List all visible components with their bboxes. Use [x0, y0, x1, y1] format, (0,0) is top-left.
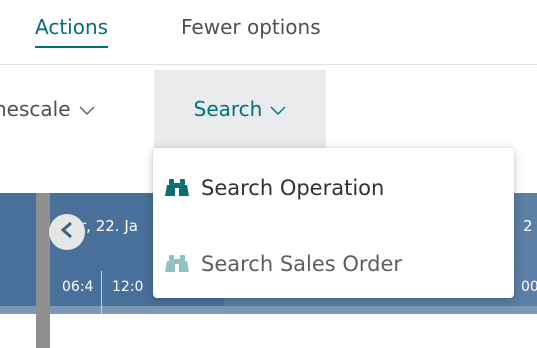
binoculars-icon [165, 177, 189, 199]
chevron-down-icon [79, 97, 95, 121]
timeline-scrollbar[interactable] [36, 193, 50, 348]
chevron-down-icon [270, 97, 286, 121]
menu-item-label: Search Sales Order [201, 252, 403, 276]
binoculars-icon [165, 253, 189, 275]
timeline-time-label: 00 [521, 279, 537, 295]
tab-actions[interactable]: Actions [35, 15, 109, 48]
action-bar: nescale Search [0, 64, 537, 148]
menu-item-search-sales-order[interactable]: Search Sales Order [153, 230, 514, 298]
search-dropdown-menu: Search Operation Search Sales Order [153, 148, 514, 298]
timeline-date-right: 2 [523, 217, 533, 235]
action-tabs: Actions Fewer options [0, 0, 537, 65]
timescale-label: nescale [0, 97, 71, 121]
menu-item-label: Search Operation [201, 176, 385, 200]
chevron-left-icon [60, 221, 74, 243]
tab-fewer-options[interactable]: Fewer options [181, 15, 321, 39]
timescale-dropdown[interactable]: nescale [0, 70, 95, 148]
timeline-previous-button[interactable] [49, 214, 85, 250]
timeline-divider [0, 306, 537, 314]
search-label: Search [193, 97, 263, 121]
timeline-tick [101, 271, 102, 314]
menu-item-search-operation[interactable]: Search Operation [153, 154, 514, 222]
timeline-time-label: 12:0 [112, 279, 144, 295]
search-dropdown-button[interactable]: Search [154, 70, 326, 148]
timeline-date-left: r, 22. Ja [80, 217, 138, 235]
timeline-time-label: 06:4 [62, 279, 94, 295]
